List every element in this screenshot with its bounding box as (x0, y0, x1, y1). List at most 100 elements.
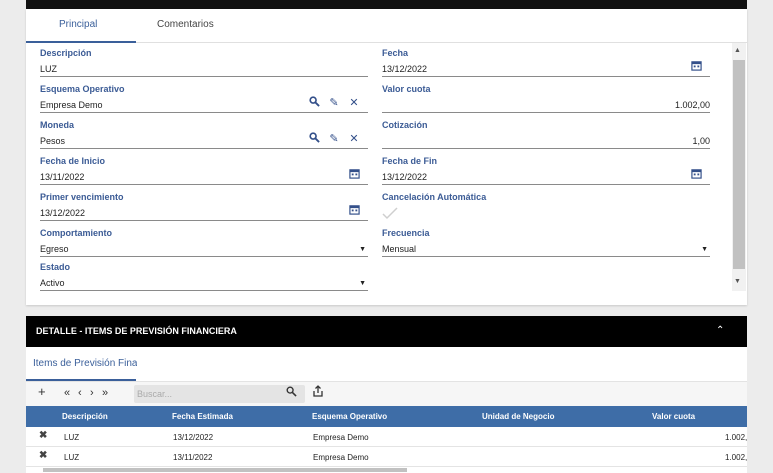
fecha-inicio-underline (40, 184, 368, 185)
fecha-underline (382, 76, 710, 77)
cotizacion-label: Cotización (382, 120, 428, 130)
table-row[interactable]: ✖ LUZ 13/11/2022 Empresa Demo 1.002, (26, 447, 747, 467)
cell-descripcion: LUZ (64, 453, 80, 462)
cell-descripcion: LUZ (64, 433, 80, 442)
dropdown-arrow-icon[interactable]: ▼ (701, 246, 708, 253)
tab-principal[interactable]: Principal (59, 19, 97, 30)
comportamiento-value[interactable]: Egreso (40, 244, 69, 254)
frecuencia-underline (382, 256, 710, 257)
moneda-value[interactable]: Pesos (40, 136, 65, 146)
delete-icon[interactable]: ✖ (39, 430, 47, 441)
comportamiento-underline (40, 256, 368, 257)
cell-fecha: 13/12/2022 (173, 433, 214, 442)
col-esquema-operativo[interactable]: Esquema Operativo (312, 412, 387, 421)
primer-vencimiento-value[interactable]: 13/12/2022 (40, 208, 85, 218)
next-page-icon[interactable]: › (90, 387, 94, 399)
esquema-operativo-value[interactable]: Empresa Demo (40, 100, 103, 110)
tab-comentarios[interactable]: Comentarios (157, 19, 214, 30)
cell-esquema: Empresa Demo (313, 453, 369, 462)
clear-icon[interactable]: ✕ (347, 96, 361, 110)
delete-icon[interactable]: ✖ (39, 450, 47, 461)
col-descripcion[interactable]: Descripción (62, 412, 108, 421)
fecha-inicio-value[interactable]: 13/11/2022 (40, 172, 84, 182)
estado-value[interactable]: Activo (40, 278, 65, 288)
cell-valor: 1.002, (725, 433, 748, 442)
primer-vencimiento-label: Primer vencimiento (40, 192, 124, 202)
calendar-icon[interactable] (689, 60, 703, 74)
first-page-icon[interactable]: « (64, 387, 70, 399)
fecha-fin-field[interactable]: Fecha de Fin 13/12/2022 (382, 156, 710, 186)
table-row[interactable]: ✖ LUZ 13/12/2022 Empresa Demo 1.002, (26, 427, 747, 447)
cell-esquema: Empresa Demo (313, 433, 369, 442)
descripcion-value[interactable]: LUZ (40, 64, 57, 74)
estado-select[interactable]: Estado Activo ▼ (40, 262, 368, 292)
last-page-icon[interactable]: » (102, 387, 108, 399)
cotizacion-underline (382, 148, 710, 149)
search-icon[interactable] (286, 386, 297, 400)
cotizacion-value[interactable]: 1,00 (692, 136, 710, 146)
valor-cuota-underline (382, 112, 710, 113)
clear-icon[interactable]: ✕ (347, 132, 361, 146)
esquema-operativo-underline (40, 112, 368, 113)
tab-items-prevision[interactable]: Items de Previsión Financiera (33, 358, 137, 369)
form-scrollbar-thumb[interactable] (733, 60, 745, 269)
search-field[interactable]: Buscar... (134, 385, 305, 403)
fecha-value[interactable]: 13/12/2022 (382, 64, 427, 74)
scroll-up-icon[interactable]: ▲ (734, 47, 741, 54)
descripcion-underline (40, 76, 368, 77)
form-card: Principal Comentarios Descripción LUZ Es… (26, 9, 747, 305)
detail-header[interactable]: DETALLE - ITEMS DE PREVISIÓN FINANCIERA … (26, 316, 747, 347)
frecuencia-select[interactable]: Frecuencia Mensual ▼ (382, 228, 710, 258)
calendar-icon[interactable] (347, 168, 361, 182)
detail-title: DETALLE - ITEMS DE PREVISIÓN FINANCIERA (36, 326, 237, 336)
active-tab-indicator (26, 41, 136, 43)
descripcion-field[interactable]: Descripción LUZ (40, 48, 368, 78)
calendar-icon[interactable] (689, 168, 703, 182)
moneda-field[interactable]: Moneda Pesos ✎ ✕ (40, 120, 368, 150)
moneda-underline (40, 148, 368, 149)
prev-page-icon[interactable]: ‹ (78, 387, 82, 399)
table-horizontal-scrollbar[interactable] (43, 468, 407, 472)
cotizacion-field[interactable]: Cotización 1,00 (382, 120, 710, 150)
cancelacion-automatica-field[interactable]: Cancelación Automática (382, 192, 710, 222)
col-valor-cuota[interactable]: Valor cuota (652, 412, 695, 421)
grid-toolbar: + « ‹ › » Buscar... (26, 381, 747, 406)
col-unidad-negocio[interactable]: Unidad de Negocio (482, 412, 554, 421)
detail-panel: Items de Previsión Financiera + « ‹ › » … (26, 347, 747, 473)
primer-vencimiento-underline (40, 220, 368, 221)
chevron-up-icon[interactable]: ⌃ (716, 325, 724, 336)
export-icon[interactable] (312, 385, 324, 400)
cell-fecha: 13/11/2022 (173, 453, 213, 462)
cell-valor: 1.002, (725, 453, 748, 462)
tab-bar: Principal Comentarios (26, 9, 747, 43)
add-icon[interactable]: + (38, 384, 46, 399)
edit-icon[interactable]: ✎ (327, 132, 341, 146)
fecha-label: Fecha (382, 48, 409, 58)
esquema-operativo-field[interactable]: Esquema Operativo Empresa Demo ✎ ✕ (40, 84, 368, 114)
search-icon[interactable] (307, 96, 321, 110)
fecha-fin-value[interactable]: 13/12/2022 (382, 172, 427, 182)
scroll-down-icon[interactable]: ▼ (734, 278, 741, 285)
comportamiento-select[interactable]: Comportamiento Egreso ▼ (40, 228, 368, 258)
top-bar (26, 0, 747, 9)
fecha-field[interactable]: Fecha 13/12/2022 (382, 48, 710, 78)
edit-icon[interactable]: ✎ (327, 96, 341, 110)
valor-cuota-label: Valor cuota (382, 84, 431, 94)
search-placeholder: Buscar... (137, 389, 173, 399)
fecha-inicio-field[interactable]: Fecha de Inicio 13/11/2022 (40, 156, 368, 186)
checkmark-icon[interactable] (382, 206, 398, 222)
calendar-icon[interactable] (347, 204, 361, 218)
valor-cuota-value[interactable]: 1.002,00 (675, 100, 710, 110)
fecha-inicio-label: Fecha de Inicio (40, 156, 106, 166)
search-icon[interactable] (307, 132, 321, 146)
primer-vencimiento-field[interactable]: Primer vencimiento 13/12/2022 (40, 192, 368, 222)
frecuencia-label: Frecuencia (382, 228, 430, 238)
descripcion-label: Descripción (40, 48, 92, 58)
dropdown-arrow-icon[interactable]: ▼ (359, 280, 366, 287)
col-fecha-estimada[interactable]: Fecha Estimada (172, 412, 233, 421)
dropdown-arrow-icon[interactable]: ▼ (359, 246, 366, 253)
frecuencia-value[interactable]: Mensual (382, 244, 416, 254)
esquema-operativo-label: Esquema Operativo (40, 84, 125, 94)
valor-cuota-field[interactable]: Valor cuota 1.002,00 (382, 84, 710, 114)
fecha-fin-label: Fecha de Fin (382, 156, 438, 166)
